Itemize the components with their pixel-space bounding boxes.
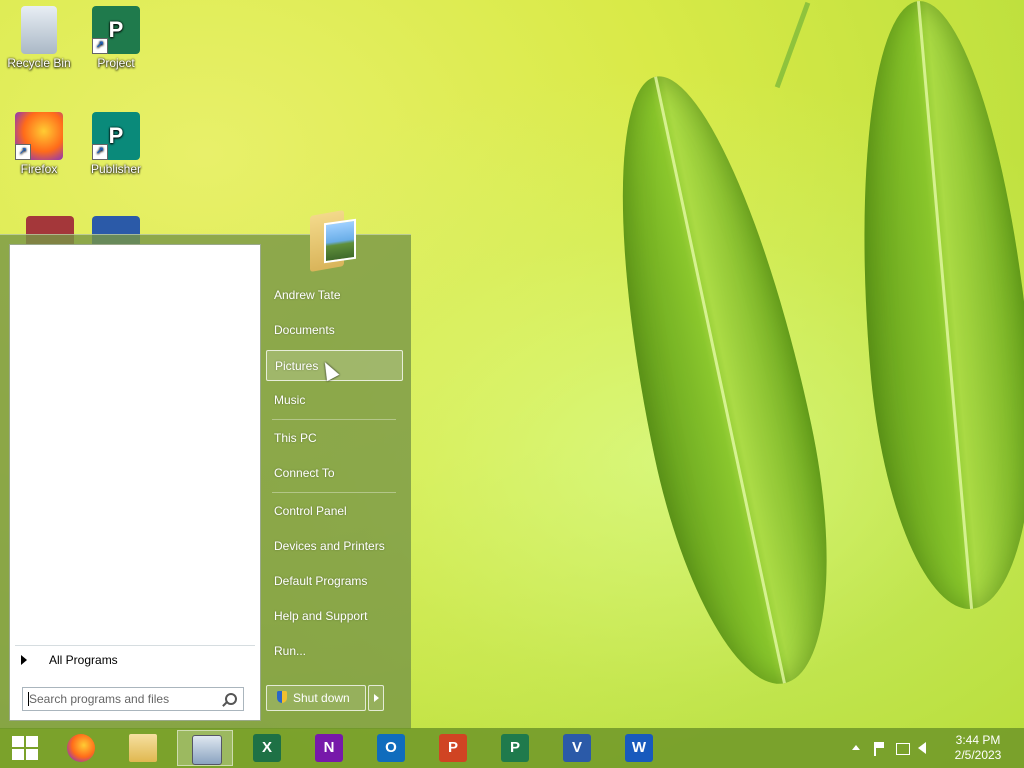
shield-icon (277, 691, 287, 703)
search-icon[interactable] (225, 693, 237, 705)
start-item-this-pc[interactable]: This PC (266, 423, 403, 454)
start-item-user[interactable]: Andrew Tate (266, 280, 403, 311)
start-item-control-panel[interactable]: Control Panel (266, 496, 403, 527)
taskbar-powerpoint[interactable]: P (425, 730, 481, 766)
all-programs-button[interactable]: All Programs (15, 645, 255, 674)
search-input[interactable]: Search programs and files (22, 687, 244, 711)
start-item-documents[interactable]: Documents (266, 315, 403, 346)
search-placeholder: Search programs and files (29, 692, 170, 706)
clock-time: 3:44 PM (955, 733, 1001, 747)
excel-icon: X (253, 734, 281, 762)
windows-logo-icon (12, 736, 38, 760)
taskbar-onenote[interactable]: N (301, 730, 357, 766)
visio-icon: V (563, 734, 591, 762)
outlook-icon: O (377, 734, 405, 762)
clock-date: 2/5/2023 (954, 748, 1002, 762)
wallpaper-leaf (838, 0, 1024, 616)
shutdown-label: Shut down (293, 691, 350, 705)
taskbar-word[interactable]: W (611, 730, 667, 766)
shutdown-options-button[interactable] (368, 685, 384, 711)
show-hidden-icons-icon[interactable] (852, 745, 860, 750)
word-icon: W (625, 734, 653, 762)
desktop-icon-label: Project (97, 56, 135, 70)
picture-icon (324, 218, 356, 264)
taskbar-excel[interactable]: X (239, 730, 295, 766)
clock[interactable]: 3:44 PM 2/5/2023 (950, 733, 1006, 763)
shortcut-arrow-icon: ↗ (92, 38, 108, 54)
start-button[interactable] (0, 728, 50, 768)
start-item-default-programs[interactable]: Default Programs (266, 566, 403, 597)
start-item-connect-to[interactable]: Connect To (266, 458, 403, 489)
flag-icon[interactable] (874, 742, 884, 756)
all-programs-label: All Programs (49, 653, 118, 667)
shutdown-button[interactable]: Shut down (266, 685, 366, 711)
taskbar-project[interactable]: P (487, 730, 543, 766)
wallpaper-stem (774, 1, 811, 89)
user-picture[interactable] (310, 207, 356, 272)
separator (272, 419, 396, 420)
separator (272, 492, 396, 493)
keyboard-icon (192, 735, 222, 765)
desktop-icon-publisher[interactable]: P ↗ Publisher (80, 112, 152, 176)
desktop-icon-label: Publisher (90, 162, 142, 176)
start-item-help-support[interactable]: Help and Support (266, 601, 403, 632)
start-item-music[interactable]: Music (266, 385, 403, 416)
wallpaper-leaf (577, 60, 863, 700)
folder-icon (129, 734, 157, 762)
taskbar-visio[interactable]: V (549, 730, 605, 766)
powerpoint-icon: P (439, 734, 467, 762)
shortcut-arrow-icon: ↗ (15, 144, 31, 160)
taskbar-file-explorer[interactable] (115, 730, 171, 766)
volume-icon[interactable] (918, 742, 926, 754)
start-menu-places-pane: Andrew Tate Documents Pictures Music Thi… (266, 210, 406, 729)
taskbar-firefox[interactable] (53, 730, 109, 766)
desktop-icon-recycle-bin[interactable]: Recycle Bin (3, 6, 75, 70)
network-icon[interactable] (896, 743, 910, 755)
desktop-icon-label: Recycle Bin (7, 56, 71, 70)
taskbar-on-screen-keyboard[interactable] (177, 730, 233, 766)
taskbar: X N O P P V W 3:44 PM 2/5/2023 (0, 728, 1024, 768)
desktop: Recycle Bin P ↗ Project ↗ Firefox P ↗ Publ… (0, 0, 1024, 768)
triangle-right-icon (21, 655, 27, 665)
system-tray: 3:44 PM 2/5/2023 (844, 728, 1024, 768)
publisher-icon: P ↗ (92, 112, 140, 160)
start-item-devices-printers[interactable]: Devices and Printers (266, 531, 403, 562)
project-icon: P ↗ (92, 6, 140, 54)
firefox-icon (67, 734, 95, 762)
recycle-bin-icon (21, 6, 57, 54)
start-menu-programs-pane: All Programs Search programs and files (9, 244, 261, 721)
desktop-icon-project[interactable]: P ↗ Project (80, 6, 152, 70)
start-menu: All Programs Search programs and files A… (0, 210, 411, 729)
firefox-icon: ↗ (15, 112, 63, 160)
onenote-icon: N (315, 734, 343, 762)
taskbar-outlook[interactable]: O (363, 730, 419, 766)
project-icon: P (501, 734, 529, 762)
desktop-icon-label: Firefox (20, 162, 58, 176)
shortcut-arrow-icon: ↗ (92, 144, 108, 160)
start-item-run[interactable]: Run... (266, 636, 403, 667)
desktop-icon-firefox[interactable]: ↗ Firefox (3, 112, 75, 176)
